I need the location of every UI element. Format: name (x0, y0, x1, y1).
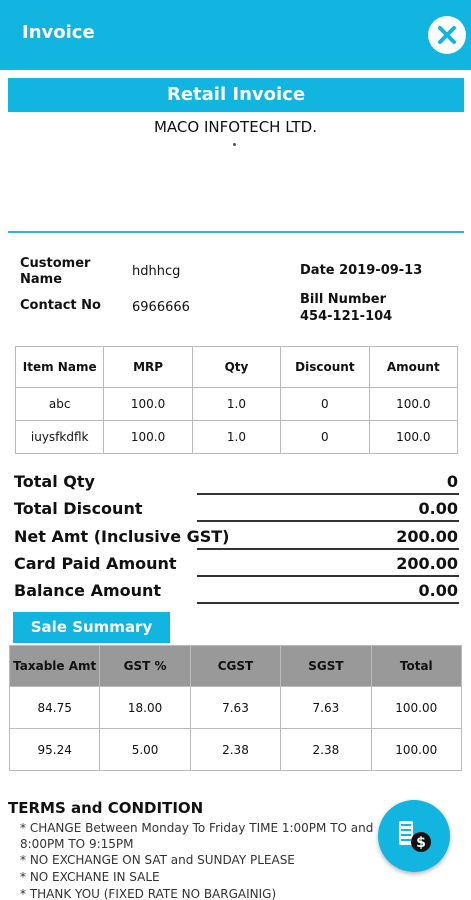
total-qty-value: 0 (446, 472, 458, 491)
taxable-amount-cell: 95.24 (8, 728, 101, 771)
gst-percent-cell: 18.00 (99, 686, 191, 729)
summary-header-row: Taxable Amt GST % CGST SGST Total (8, 645, 463, 687)
payment-receipt-icon: $ (399, 821, 431, 852)
column-header: MRP (103, 346, 193, 388)
gst-percent-cell: 5.00 (99, 728, 191, 771)
taxable-amount-cell: 84.75 (8, 686, 101, 729)
column-header: Taxable Amt (8, 645, 101, 687)
header-separator (8, 231, 464, 233)
table-row: 84.75 18.00 7.63 7.63 100.00 (8, 686, 463, 729)
items-table: Item Name MRP Qty Discount Amount abc 10… (14, 346, 459, 454)
term-item: * CHANGE Between Monday To Friday TIME 1… (20, 821, 374, 851)
column-header: Qty (191, 346, 282, 388)
table-row: iuysfkdflk 100.0 1.0 0 100.0 (14, 420, 459, 454)
net-amount-value: 200.00 (396, 527, 458, 546)
company-name: MACO INFOTECH LTD. (153, 118, 317, 136)
customer-name-label: Customer Name (20, 256, 91, 287)
column-header: SGST (280, 645, 372, 687)
mrp-cell: 100.0 (103, 387, 193, 421)
item-name-cell: abc (14, 387, 105, 421)
cgst-cell: 7.63 (189, 686, 282, 729)
contact-label: Contact No (20, 298, 101, 313)
sale-summary-table: Taxable Amt GST % CGST SGST Total 84.75 … (8, 645, 463, 771)
balance-amount-label: Balance Amount (14, 581, 162, 600)
card-paid-underline (197, 575, 459, 577)
company-dot (233, 143, 236, 146)
column-header: CGST (189, 645, 282, 687)
total-discount-underline (197, 520, 459, 522)
table-row: abc 100.0 1.0 0 100.0 (14, 387, 459, 421)
total-discount-value: 0.00 (418, 499, 458, 518)
cgst-cell: 2.38 (189, 728, 282, 771)
contact-value: 6966666 (132, 300, 190, 315)
amount-cell: 100.0 (368, 420, 459, 454)
app-title: Invoice (22, 22, 95, 43)
card-paid-value: 200.00 (396, 554, 458, 573)
svg-text:$: $ (416, 835, 426, 851)
qty-cell: 1.0 (191, 420, 282, 454)
column-header: Amount (368, 346, 459, 388)
balance-amount-value: 0.00 (418, 581, 458, 600)
terms-title: TERMS and CONDITION (8, 799, 204, 817)
sale-summary-tab: Sale Summary (13, 612, 170, 643)
sgst-cell: 2.38 (280, 728, 372, 771)
total-qty-label: Total Qty (14, 472, 95, 491)
retail-invoice-banner: Retail Invoice (8, 78, 464, 112)
qty-cell: 1.0 (191, 387, 282, 421)
total-discount-label: Total Discount (14, 499, 143, 518)
term-item: * NO EXCHANGE ON SAT and SUNDAY PLEASE (20, 853, 295, 867)
total-qty-underline (197, 493, 459, 495)
column-header: Item Name (14, 346, 105, 388)
net-amount-label: Net Amt (Inclusive GST) (14, 527, 230, 546)
close-icon (438, 26, 456, 44)
bill-number-label: Bill Number (300, 292, 387, 307)
balance-amount-underline (197, 602, 459, 604)
customer-name-value: hdhhcg (132, 264, 181, 279)
mrp-cell: 100.0 (103, 420, 193, 454)
table-row: 95.24 5.00 2.38 2.38 100.00 (8, 728, 463, 771)
discount-cell: 0 (280, 420, 370, 454)
column-header: Discount (280, 346, 370, 388)
net-amount-underline (197, 548, 459, 550)
term-item: * NO EXCHANE IN SALE (20, 870, 160, 884)
sgst-cell: 7.63 (280, 686, 372, 729)
amount-cell: 100.0 (368, 387, 459, 421)
items-header-row: Item Name MRP Qty Discount Amount (14, 346, 459, 388)
total-cell: 100.00 (370, 728, 463, 771)
payment-fab[interactable]: $ (378, 800, 450, 872)
column-header: GST % (99, 645, 191, 687)
total-cell: 100.00 (370, 686, 463, 729)
app-bar: Invoice (0, 0, 471, 70)
close-button[interactable] (428, 16, 466, 54)
item-name-cell: iuysfkdflk (14, 420, 105, 454)
invoice-date: Date 2019-09-13 (300, 263, 423, 278)
discount-cell: 0 (280, 387, 370, 421)
column-header: Total (370, 645, 463, 687)
bill-number-value: 454-121-104 (300, 309, 393, 324)
card-paid-label: Card Paid Amount (14, 554, 177, 573)
term-item: * THANK YOU (FIXED RATE NO BARGAINIG) (20, 887, 277, 900)
